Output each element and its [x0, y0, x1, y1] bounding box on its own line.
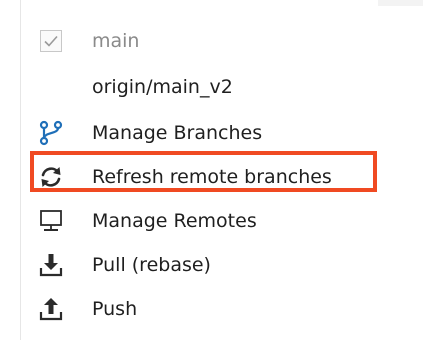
download-tray-icon — [38, 252, 64, 278]
menu-item-label: Manage Remotes — [92, 210, 257, 232]
menu-shadow-edge — [378, 0, 423, 6]
page: main origin/main_v2 Manage Branches Refr… — [0, 0, 423, 340]
menu-item-refresh-remote-branches[interactable]: Refresh remote branches — [20, 155, 423, 199]
upload-tray-icon — [38, 296, 64, 322]
menu-item-label: origin/main_v2 — [92, 76, 233, 98]
menu-item-label: Pull (rebase) — [92, 254, 211, 276]
branch-icon — [38, 120, 64, 146]
menu-item-label: Refresh remote branches — [92, 166, 332, 188]
monitor-icon — [38, 208, 64, 234]
menu-item-pull-rebase[interactable]: Pull (rebase) — [20, 243, 423, 287]
menu-item-push[interactable]: Push — [20, 287, 423, 331]
menu-item-main[interactable]: main — [20, 19, 423, 63]
menu-item-label: main — [92, 30, 140, 52]
menu-item-manage-remotes[interactable]: Manage Remotes — [20, 199, 423, 243]
menu-item-label: Manage Branches — [92, 122, 263, 144]
menu-item-label: Push — [92, 298, 138, 320]
menu-item-manage-branches[interactable]: Manage Branches — [20, 111, 423, 155]
menu-item-origin-main-v2[interactable]: origin/main_v2 — [20, 65, 423, 109]
refresh-icon — [38, 164, 64, 190]
checkmark-icon — [38, 28, 64, 54]
